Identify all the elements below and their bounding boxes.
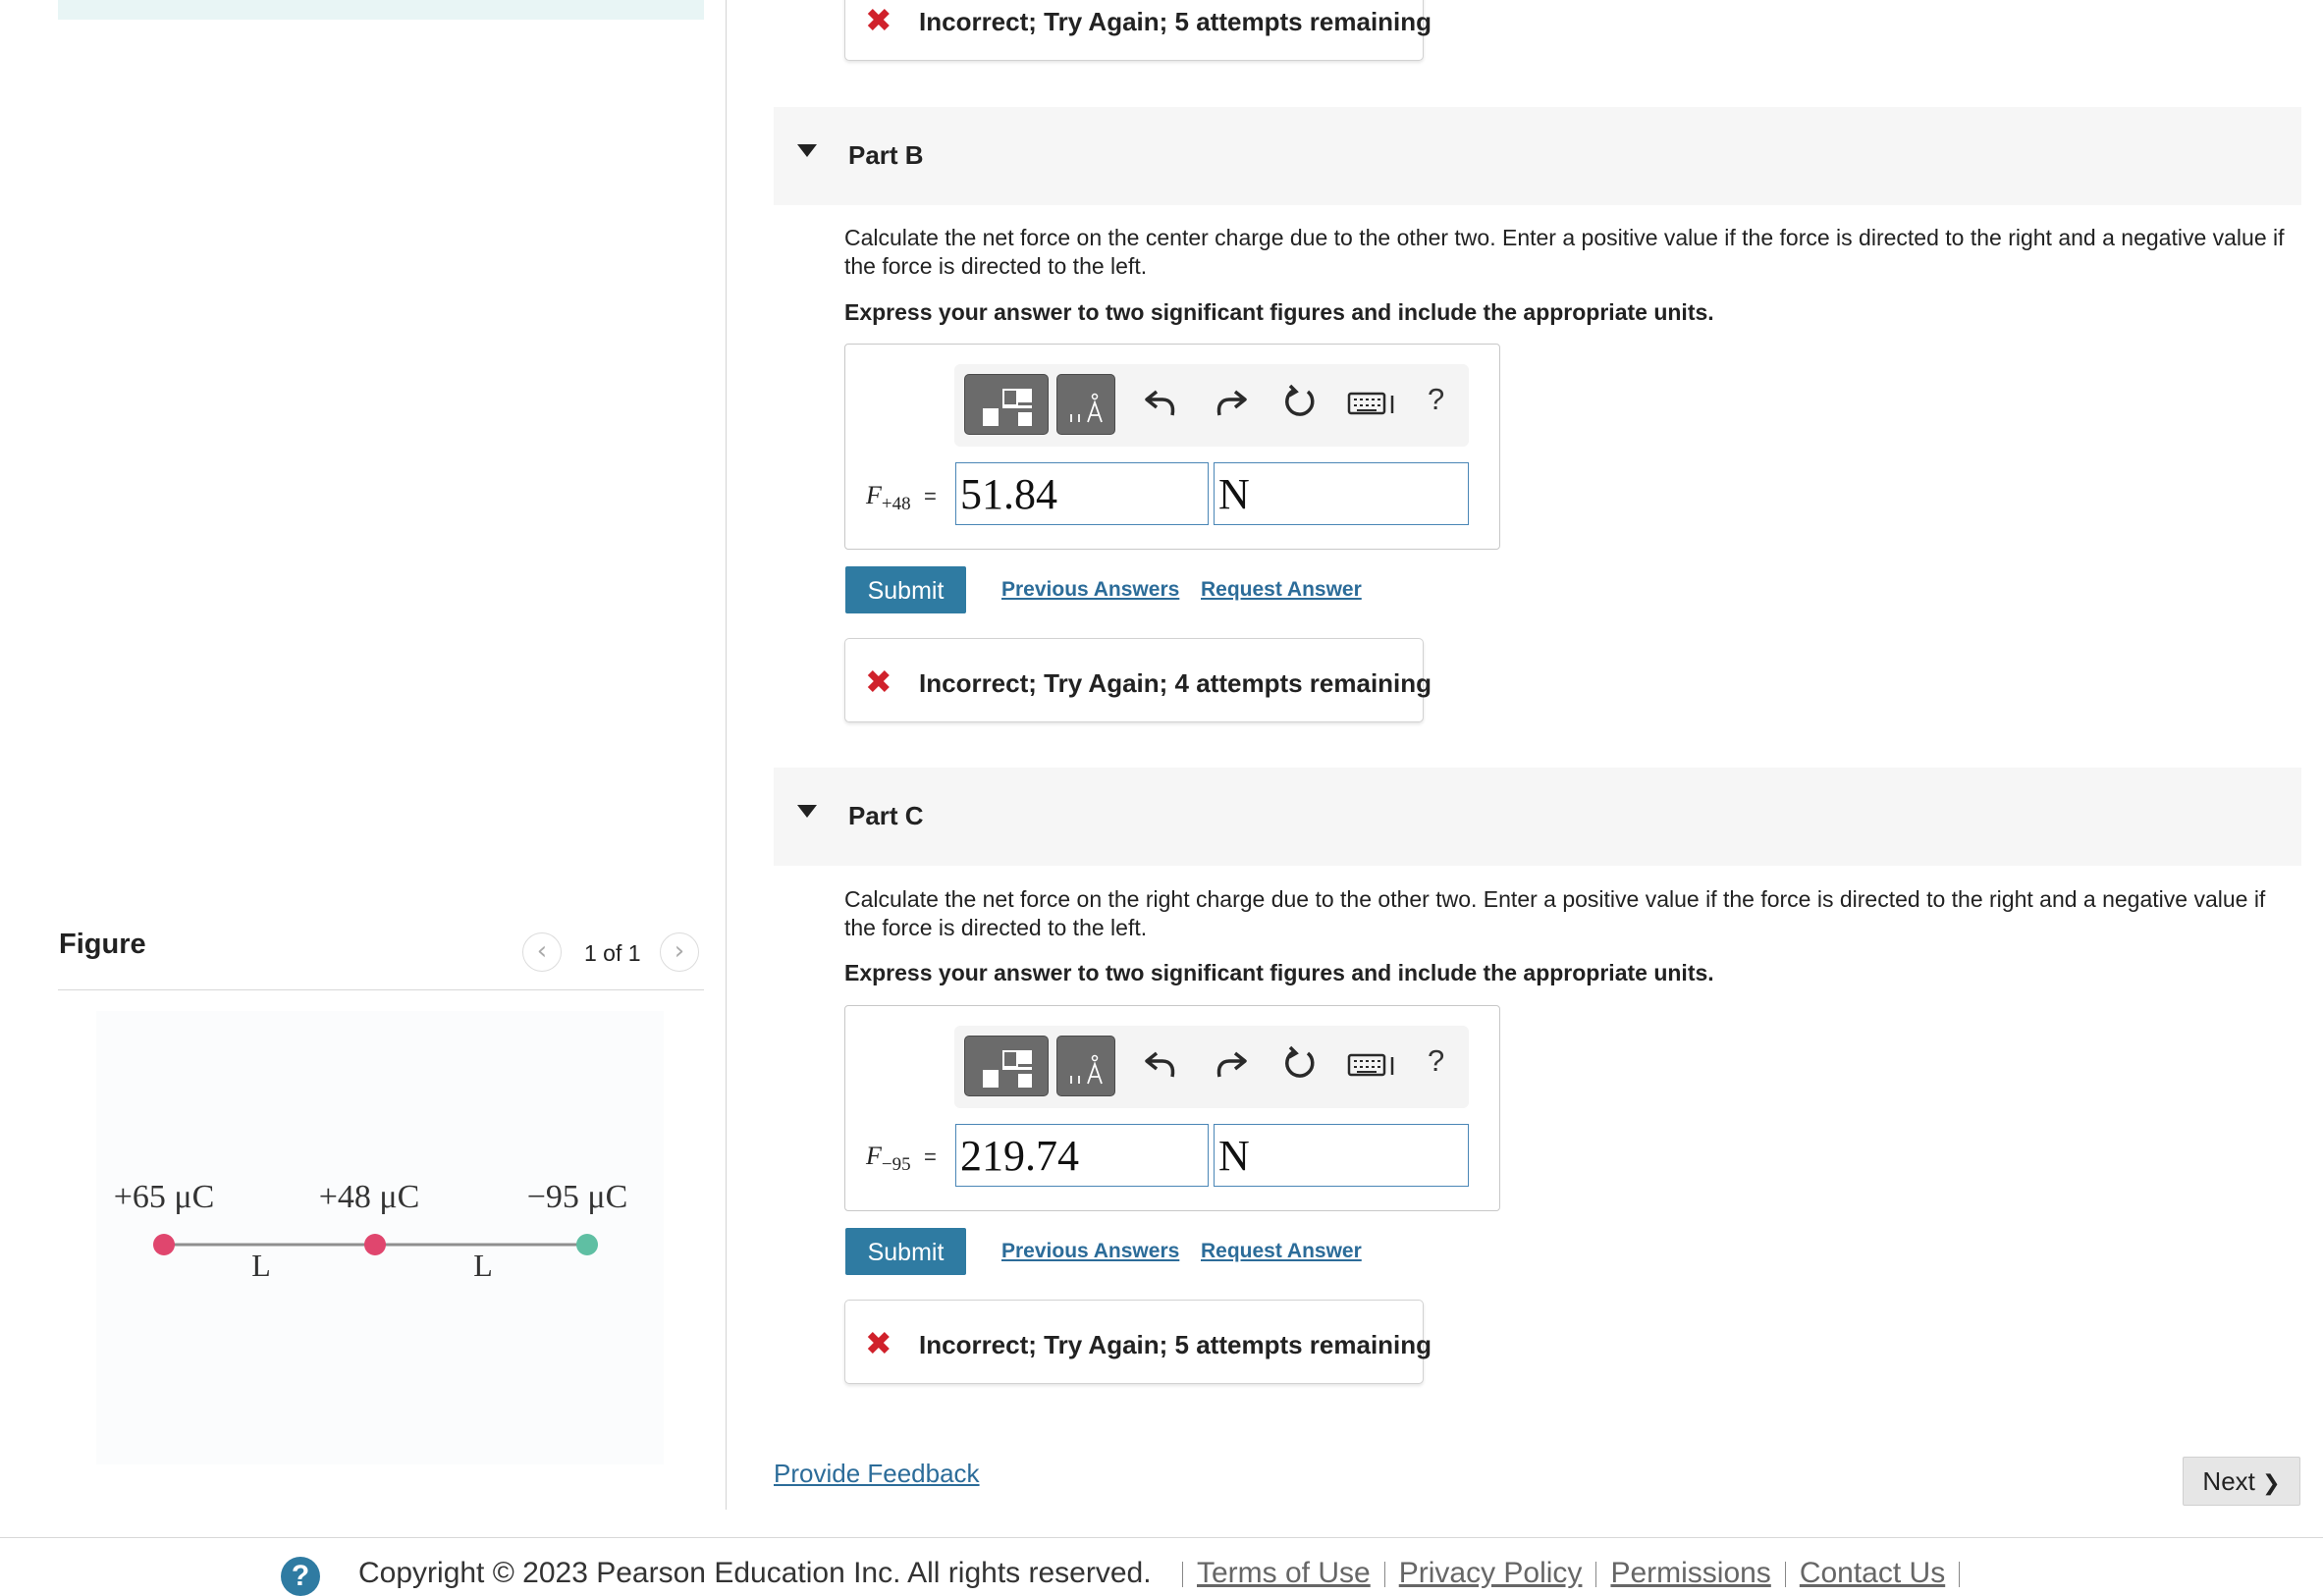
units-icon [1070,1054,1103,1085]
chevron-right-icon: › [674,936,685,966]
charge-label-1: +65 μC [114,1179,215,1215]
pane-divider[interactable] [726,0,727,1510]
part-c-value-input[interactable] [955,1124,1209,1187]
intro-panel-strip [58,0,704,20]
reset-icon[interactable] [1280,1043,1320,1083]
part-b-equals: = [924,484,937,508]
error-x-icon: ✖ [865,1324,892,1362]
part-c-submit-button[interactable]: Submit [845,1228,966,1275]
undo-icon[interactable] [1141,1043,1180,1083]
next-button-label: Next [2202,1466,2255,1496]
part-c-previous-answers-link[interactable]: Previous Answers [1001,1240,1179,1263]
part-b-header[interactable]: Part B [774,107,2301,205]
help-circle-icon[interactable]: ? [281,1557,320,1596]
part-b-question: Calculate the net force on the center ch… [844,225,2285,279]
charge-dot-1 [153,1234,175,1255]
part-c-feedback-text: Incorrect; Try Again; 5 attempts remaini… [919,1330,1432,1359]
contact-us-link[interactable]: Contact Us [1800,1557,1945,1589]
part-c-title: Part C [848,801,924,830]
part-c-request-answer-link[interactable]: Request Answer [1201,1240,1362,1263]
part-c-unit-input[interactable] [1214,1124,1469,1187]
templates-button[interactable] [964,1036,1049,1096]
units-icon [1070,393,1103,423]
charges-figure: +65 μC +48 μC −95 μC L L [114,1179,628,1283]
terms-of-use-link[interactable]: Terms of Use [1197,1557,1371,1589]
figure-counter: 1 of 1 [584,940,641,966]
collapse-arrow-icon [797,805,817,818]
part-b-math-toolbar: ? [954,364,1469,447]
part-b-title: Part B [848,140,924,170]
reset-icon[interactable] [1280,382,1320,421]
part-c-math-toolbar: ? [954,1026,1469,1108]
provide-feedback-link[interactable]: Provide Feedback [774,1459,980,1489]
charge-dot-3 [576,1234,598,1255]
figure-prev-button[interactable]: ‹ [522,932,562,972]
permissions-link[interactable]: Permissions [1610,1557,1770,1589]
part-c-header[interactable]: Part C [774,768,2301,866]
spacing-label-1: L [251,1248,271,1283]
part-b-variable-label: F+48 [866,481,911,515]
spacing-label-2: L [473,1248,493,1283]
footer-links: Terms of Use Privacy Policy Permissions Con… [1168,1557,1973,1590]
undo-icon[interactable] [1141,382,1180,421]
part-b-value-input[interactable] [955,462,1209,525]
part-a-feedback: ✖ Incorrect; Try Again; 5 attempts remai… [844,0,1432,61]
templates-button[interactable] [964,374,1049,435]
charge-label-2: +48 μC [319,1179,420,1215]
next-button[interactable]: Next ❯ [2183,1457,2300,1506]
part-b-instruction: Express your answer to two significant f… [844,299,1714,325]
privacy-policy-link[interactable]: Privacy Policy [1399,1557,1583,1589]
figure-divider [58,989,704,990]
units-button[interactable] [1056,1036,1115,1096]
part-c-instruction: Express your answer to two significant f… [844,960,1714,985]
redo-icon[interactable] [1212,1043,1251,1083]
part-c-question: Calculate the net force on the right cha… [844,886,2266,940]
help-question-icon[interactable]: ? [1428,382,1444,417]
footer-copyright: Copyright © 2023 Pearson Education Inc. … [358,1557,1152,1589]
footer-divider [0,1537,2323,1538]
charge-dot-2 [364,1234,386,1255]
collapse-arrow-icon [797,144,817,157]
part-c-equals: = [924,1144,937,1169]
charge-label-3: −95 μC [527,1179,628,1215]
part-b-request-answer-link[interactable]: Request Answer [1201,578,1362,602]
error-x-icon: ✖ [865,1,892,39]
part-c-variable-label: F−95 [866,1142,911,1176]
keyboard-icon[interactable] [1347,1043,1398,1083]
keyboard-icon[interactable] [1347,382,1398,421]
part-b-feedback: ✖ Incorrect; Try Again; 4 attempts remai… [844,638,1432,722]
units-button[interactable] [1056,374,1115,435]
error-x-icon: ✖ [865,663,892,701]
redo-icon[interactable] [1212,382,1251,421]
part-b-submit-button[interactable]: Submit [845,566,966,613]
part-c-feedback: ✖ Incorrect; Try Again; 5 attempts remai… [844,1300,1432,1384]
chevron-right-icon: ❯ [2262,1471,2281,1496]
part-b-feedback-text: Incorrect; Try Again; 4 attempts remaini… [919,668,1432,698]
figure-title: Figure [59,929,146,960]
figure-next-button[interactable]: › [660,932,699,972]
part-b-previous-answers-link[interactable]: Previous Answers [1001,578,1179,602]
chevron-left-icon: ‹ [536,936,548,966]
help-question-icon[interactable]: ? [1428,1043,1444,1079]
part-a-feedback-text: Incorrect; Try Again; 5 attempts remaini… [919,7,1432,36]
part-b-unit-input[interactable] [1214,462,1469,525]
